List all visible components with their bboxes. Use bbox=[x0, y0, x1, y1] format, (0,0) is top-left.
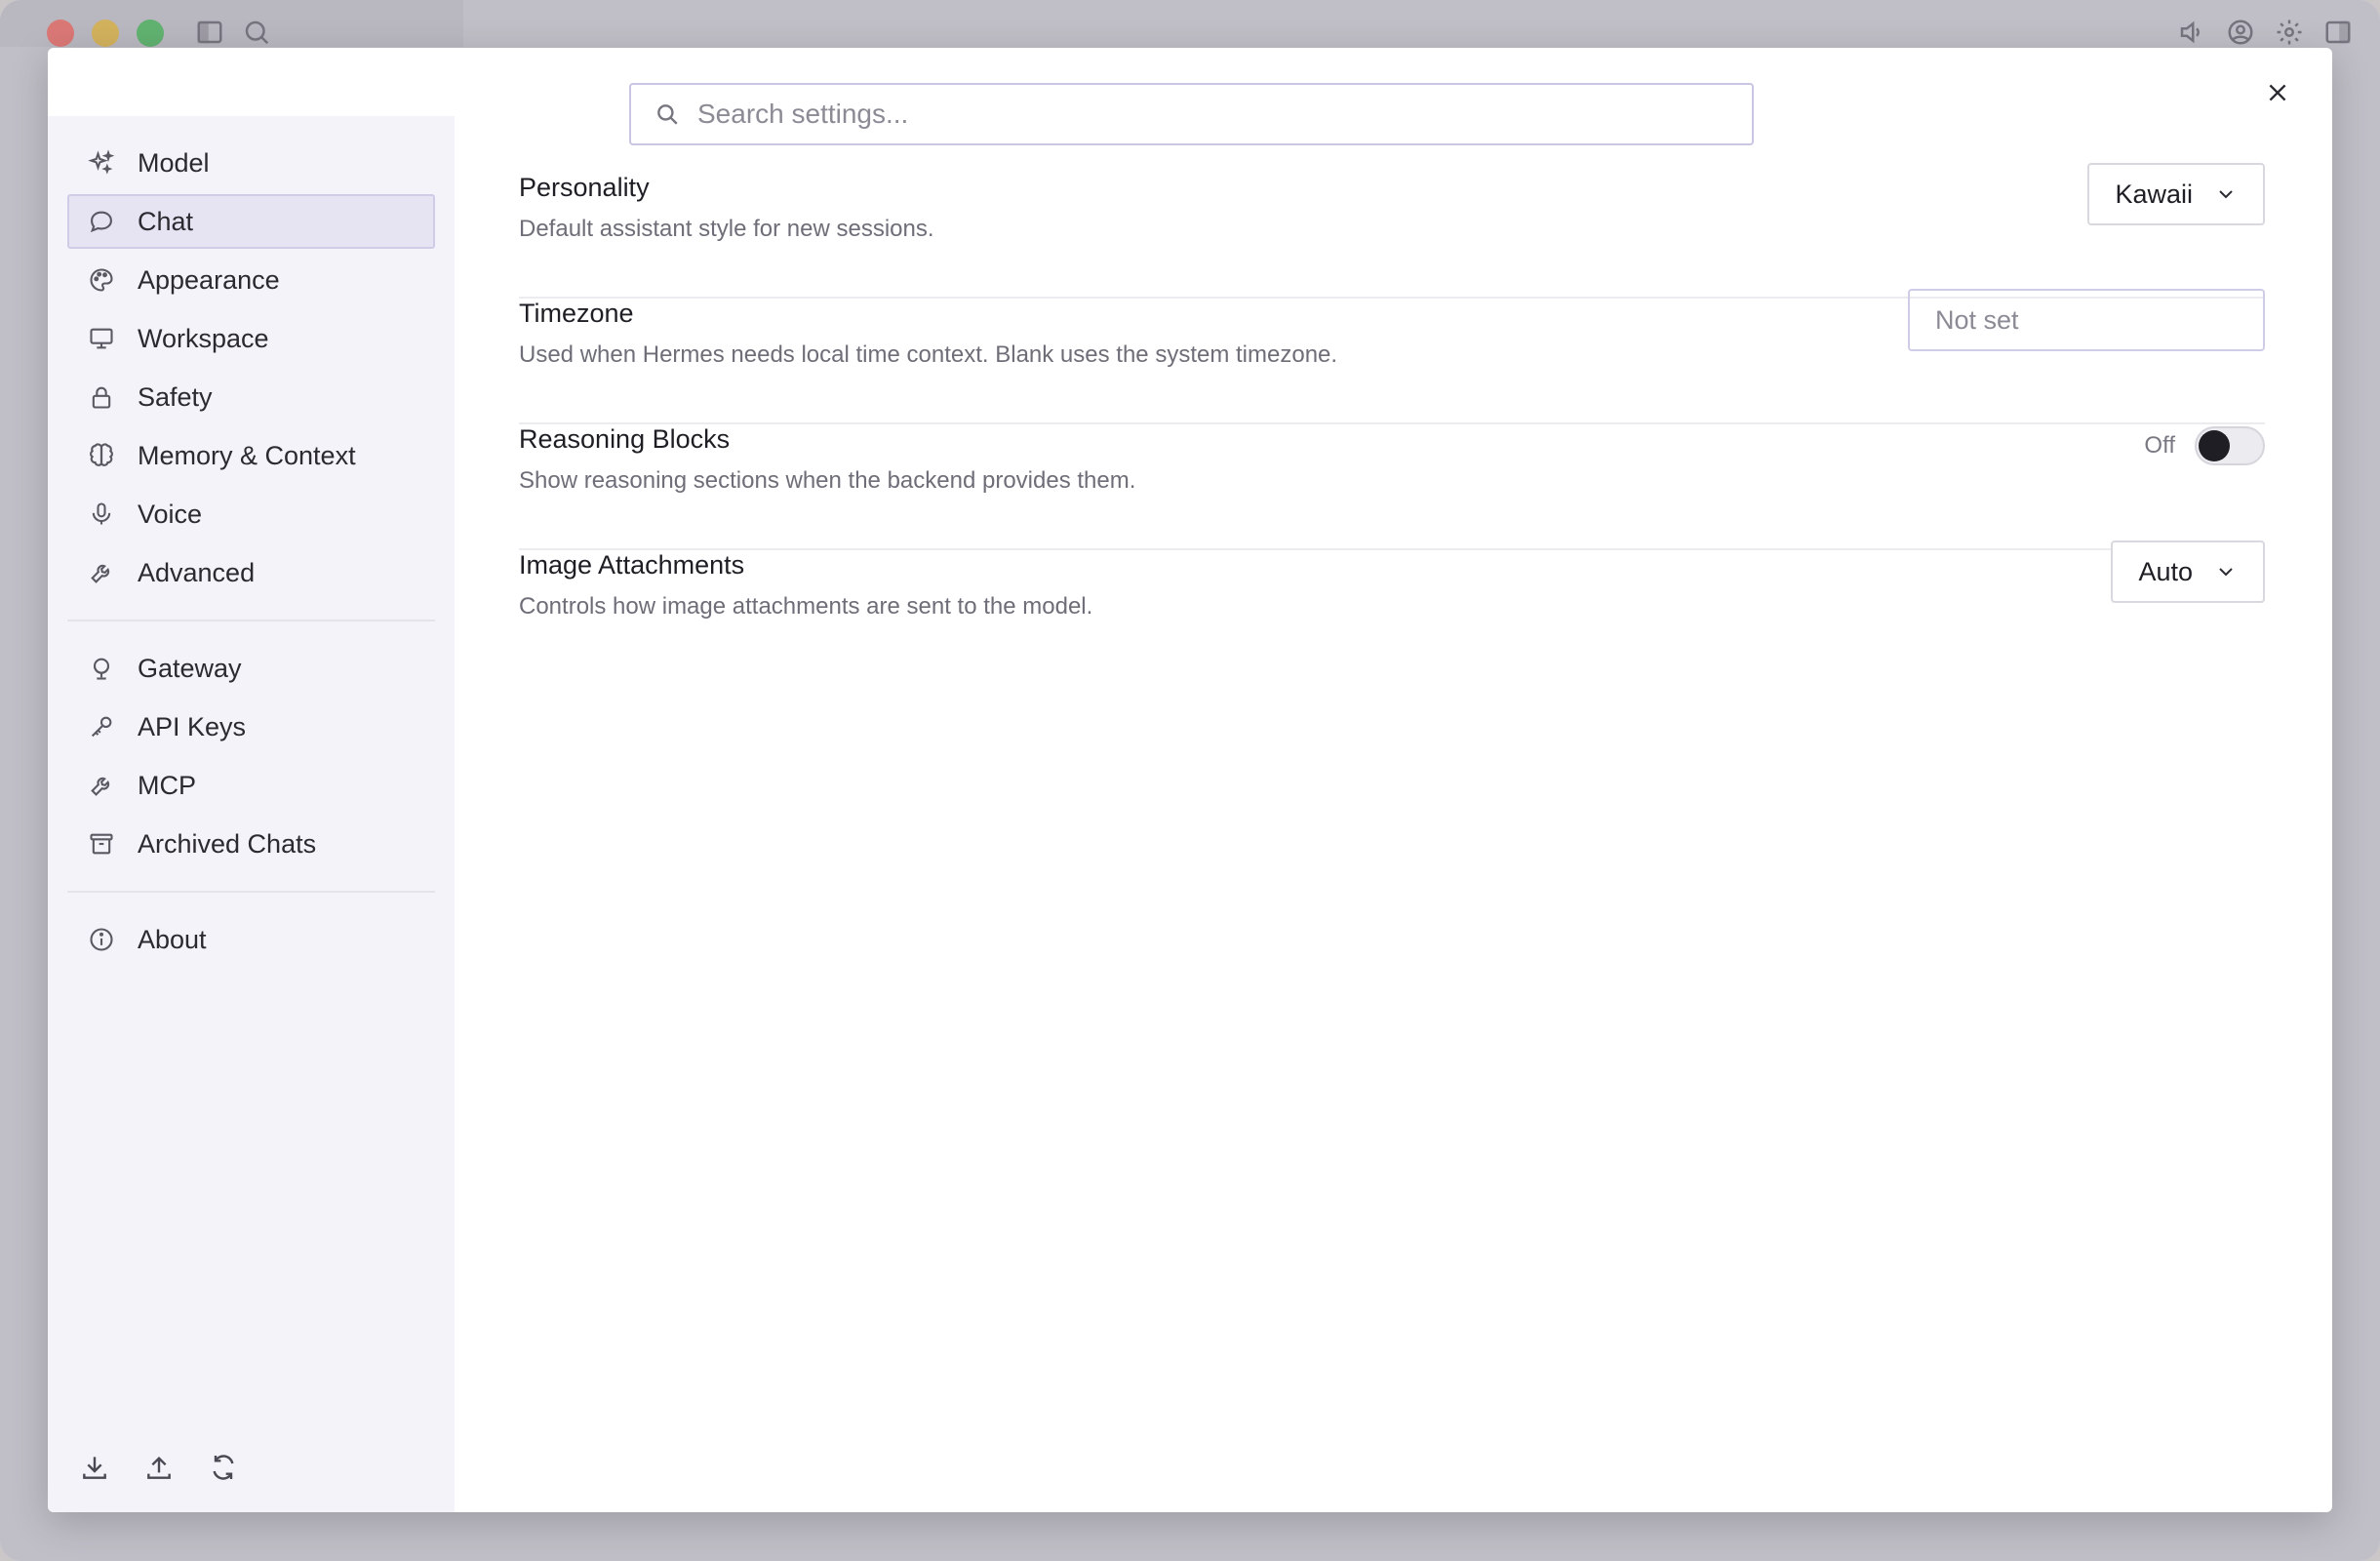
setting-description: Show reasoning sections when the backend… bbox=[519, 467, 1136, 494]
setting-reasoning-blocks: Reasoning Blocks Show reasoning sections… bbox=[519, 424, 2265, 550]
sidebar-item-archived-chats[interactable]: Archived Chats bbox=[67, 817, 435, 871]
nav-divider bbox=[67, 891, 435, 893]
brain-icon bbox=[87, 441, 116, 470]
chat-settings-panel: Personality Default assistant style for … bbox=[519, 163, 2265, 676]
wrench-icon bbox=[87, 771, 116, 800]
timezone-input[interactable] bbox=[1935, 304, 2247, 336]
setting-description: Used when Hermes needs local time contex… bbox=[519, 341, 1338, 368]
sidebar-footer-actions bbox=[79, 1452, 239, 1483]
sidebar-item-chat[interactable]: Chat bbox=[67, 194, 435, 249]
close-settings-button[interactable] bbox=[2258, 73, 2297, 112]
setting-title: Image Attachments bbox=[519, 550, 745, 580]
sidebar-item-label: Workspace bbox=[138, 323, 269, 353]
setting-image-attachments: Image Attachments Controls how image att… bbox=[519, 540, 2265, 676]
sidebar-item-safety[interactable]: Safety bbox=[67, 370, 435, 424]
personality-value: Kawaii bbox=[2115, 179, 2193, 209]
setting-description: Controls how image attachments are sent … bbox=[519, 593, 1093, 620]
sidebar-item-label: MCP bbox=[138, 770, 196, 800]
refresh-icon[interactable] bbox=[208, 1452, 239, 1483]
settings-search-input[interactable] bbox=[697, 99, 1673, 130]
setting-timezone: Timezone Used when Hermes needs local ti… bbox=[519, 289, 2265, 424]
globe-stand-icon bbox=[87, 654, 116, 683]
toggle-state-label: Off bbox=[2144, 432, 2175, 459]
settings-modal: Model Chat Appearance Workspace bbox=[48, 48, 2332, 1512]
chat-bubble-icon bbox=[87, 207, 116, 236]
sidebar-item-label: Voice bbox=[138, 499, 203, 529]
archive-icon bbox=[87, 829, 116, 859]
sidebar-item-workspace[interactable]: Workspace bbox=[67, 311, 435, 366]
image-attachments-value: Auto bbox=[2138, 556, 2193, 586]
sidebar-item-label: Gateway bbox=[138, 653, 242, 683]
sidebar-item-api-keys[interactable]: API Keys bbox=[67, 700, 435, 754]
lock-icon bbox=[87, 382, 116, 412]
timezone-field[interactable] bbox=[1908, 289, 2265, 351]
sidebar-item-label: API Keys bbox=[138, 711, 247, 741]
settings-sidebar: Model Chat Appearance Workspace Safety M… bbox=[48, 116, 455, 1512]
image-attachments-dropdown[interactable]: Auto bbox=[2111, 540, 2265, 603]
sidebar-item-mcp[interactable]: MCP bbox=[67, 758, 435, 813]
sidebar-item-label: Model bbox=[138, 147, 210, 178]
monitor-icon bbox=[87, 324, 116, 353]
sidebar-item-memory-context[interactable]: Memory & Context bbox=[67, 428, 435, 483]
sidebar-item-appearance[interactable]: Appearance bbox=[67, 253, 435, 307]
setting-title: Timezone bbox=[519, 299, 634, 328]
sidebar-item-label: Appearance bbox=[138, 264, 280, 295]
microphone-icon bbox=[87, 500, 116, 529]
search-icon bbox=[654, 101, 680, 127]
setting-title: Reasoning Blocks bbox=[519, 424, 731, 454]
nav-divider bbox=[67, 620, 435, 621]
upload-icon[interactable] bbox=[143, 1452, 175, 1483]
sidebar-item-label: Memory & Context bbox=[138, 440, 356, 470]
settings-nav: Model Chat Appearance Workspace Safety M… bbox=[67, 136, 435, 971]
reasoning-blocks-toggle[interactable] bbox=[2195, 426, 2265, 465]
setting-title: Personality bbox=[519, 173, 650, 202]
sidebar-item-label: Archived Chats bbox=[138, 828, 317, 859]
setting-description: Default assistant style for new sessions… bbox=[519, 216, 934, 242]
sidebar-item-voice[interactable]: Voice bbox=[67, 487, 435, 541]
sidebar-item-label: Advanced bbox=[138, 557, 256, 587]
chevron-down-icon bbox=[2214, 560, 2238, 583]
sidebar-item-advanced[interactable]: Advanced bbox=[67, 545, 435, 600]
key-icon bbox=[87, 712, 116, 741]
download-icon[interactable] bbox=[79, 1452, 110, 1483]
palette-icon bbox=[87, 265, 116, 295]
wrench-icon bbox=[87, 558, 116, 587]
sidebar-item-model[interactable]: Model bbox=[67, 136, 435, 190]
sidebar-item-label: Safety bbox=[138, 381, 213, 412]
sparkles-icon bbox=[87, 148, 116, 178]
sidebar-item-label: Chat bbox=[138, 206, 194, 236]
settings-search-box[interactable] bbox=[629, 83, 1754, 145]
sidebar-item-gateway[interactable]: Gateway bbox=[67, 641, 435, 696]
setting-personality: Personality Default assistant style for … bbox=[519, 163, 2265, 299]
close-icon bbox=[2265, 80, 2290, 105]
chevron-down-icon bbox=[2214, 182, 2238, 206]
toggle-knob bbox=[2199, 430, 2230, 461]
personality-dropdown[interactable]: Kawaii bbox=[2087, 163, 2265, 225]
sidebar-item-about[interactable]: About bbox=[67, 912, 435, 967]
info-icon bbox=[87, 925, 116, 954]
sidebar-item-label: About bbox=[138, 924, 207, 954]
